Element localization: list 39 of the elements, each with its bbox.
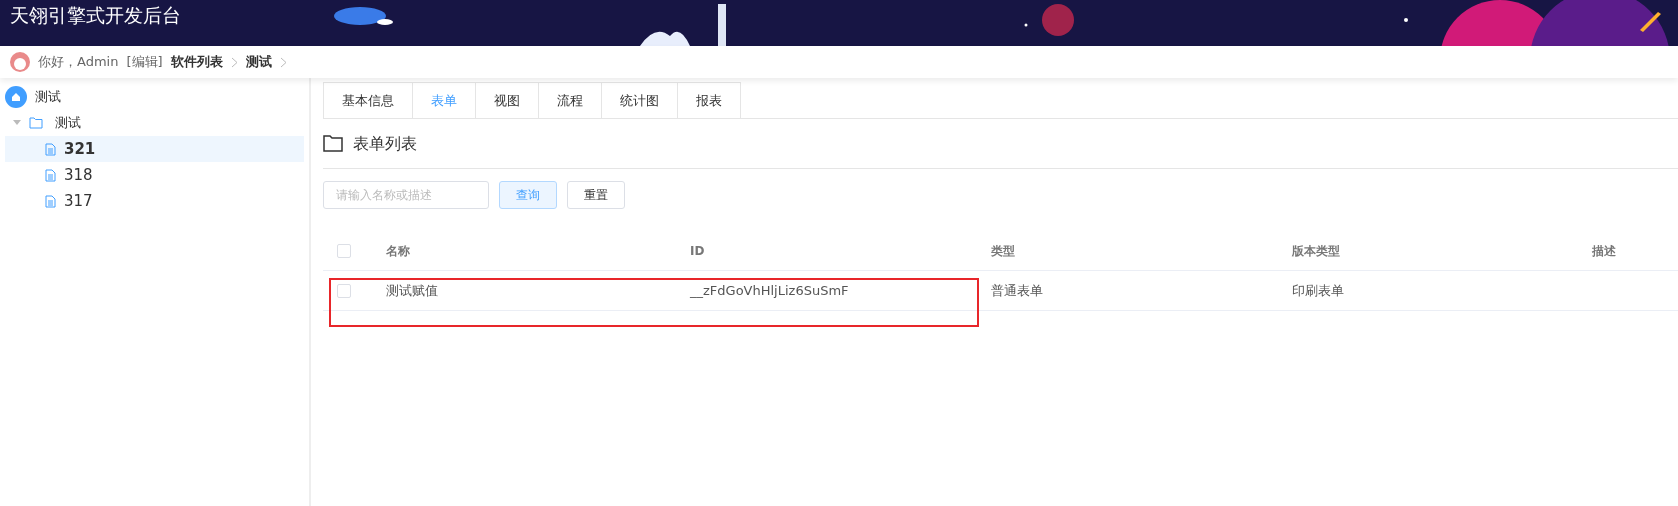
chevron-icon [279, 56, 287, 68]
avatar-icon [10, 52, 30, 72]
tab[interactable]: 流程 [539, 82, 602, 118]
app-title: 天翎引擎式开发后台 [9, 3, 182, 28]
folder-icon [29, 117, 43, 129]
column-header: 类型 [991, 242, 1016, 260]
table-cell-text: 普通表单 [991, 281, 1044, 300]
table-cell-text: 测试赋值 [386, 281, 439, 300]
table-cell-text: 印刷表单 [1292, 281, 1345, 300]
caret-icon[interactable] [13, 120, 21, 126]
tab[interactable]: 报表 [678, 82, 741, 118]
tree-item[interactable]: 321 [5, 136, 304, 162]
tab[interactable]: 统计图 [602, 82, 678, 118]
search-field[interactable]: 请输入名称或描述 [323, 181, 489, 209]
checkbox[interactable] [337, 243, 351, 258]
column-header: 描述 [1592, 242, 1617, 260]
edit-link[interactable]: [编辑] [126, 52, 163, 72]
tree-item[interactable]: 317 [5, 188, 304, 214]
home-icon [5, 86, 27, 108]
column-header: 名称 [386, 242, 411, 260]
tab[interactable]: 基本信息 [323, 82, 413, 118]
column-header: ID [690, 242, 706, 260]
section-title: 表单列表 [353, 132, 417, 155]
document-icon [45, 142, 56, 156]
document-icon [45, 194, 56, 208]
checkbox[interactable] [337, 283, 351, 298]
document-icon [45, 168, 56, 182]
chevron-icon [230, 56, 238, 68]
tree-root[interactable]: 测试 [35, 87, 61, 107]
tree-item[interactable]: 318 [5, 162, 304, 188]
tab[interactable]: 视图 [476, 82, 539, 118]
breadcrumb-link[interactable]: 软件列表 [170, 52, 223, 72]
greeting-text: 你好，Admin [38, 53, 119, 72]
reset-button[interactable]: 重置 [567, 181, 625, 209]
breadcrumb-link[interactable]: 测试 [245, 52, 272, 72]
column-header: 版本类型 [1292, 242, 1341, 260]
table-cell-text: __zFdGoVhHljLiz6SuSmF [690, 281, 850, 300]
tree-folder[interactable]: 测试 [55, 113, 81, 133]
folder-icon [323, 135, 343, 152]
